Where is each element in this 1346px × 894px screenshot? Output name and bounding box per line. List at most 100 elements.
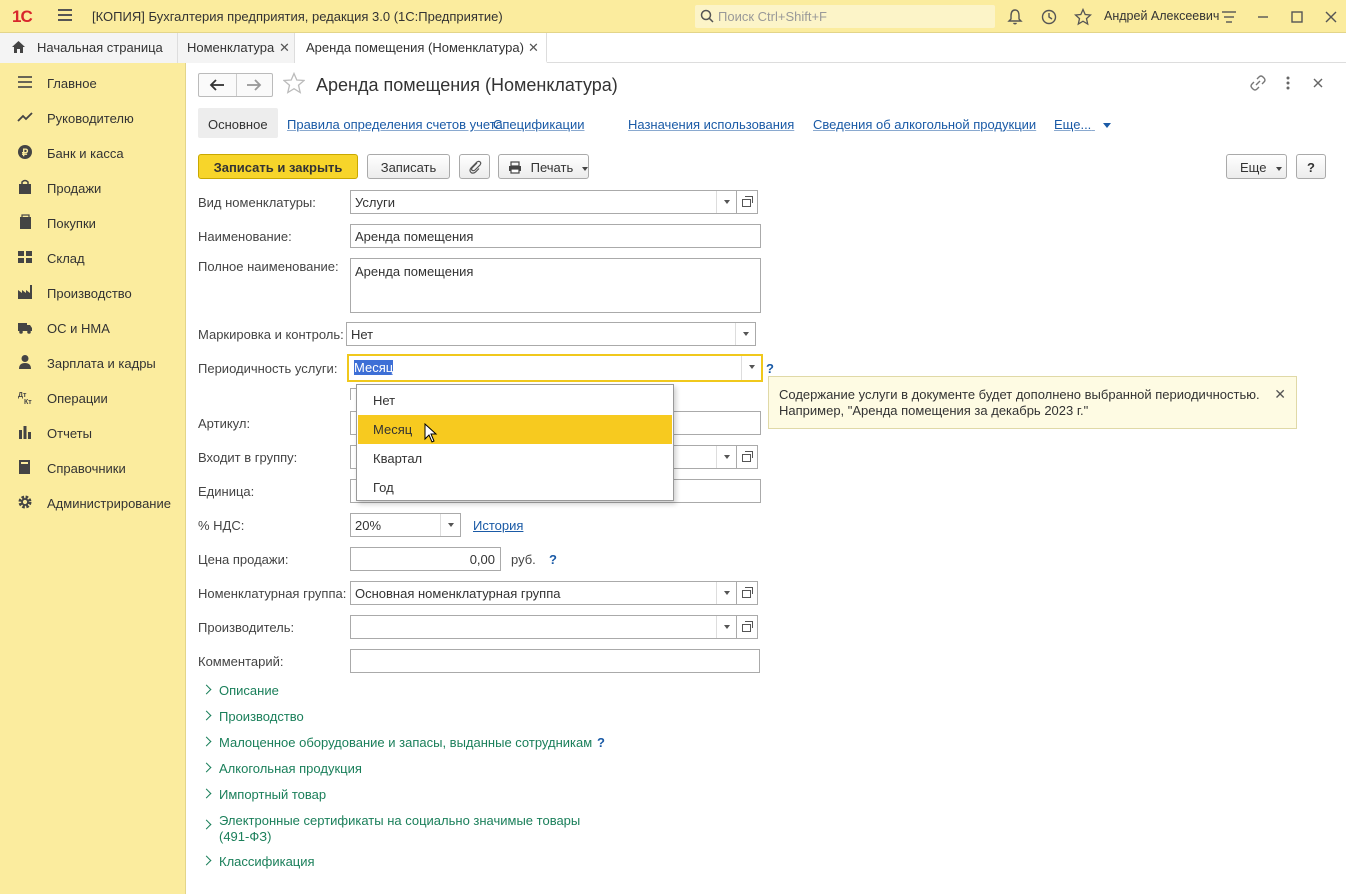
favorite-star-icon[interactable] bbox=[283, 72, 305, 94]
bar-chart-icon bbox=[19, 426, 31, 439]
sidebar-item-fixed-assets[interactable]: ОС и НМА bbox=[0, 310, 186, 345]
sidebar-item-operations[interactable]: Дт Кт Операции bbox=[0, 380, 186, 415]
nom-group-field[interactable]: Основная номенклатурная группа bbox=[350, 581, 737, 605]
back-arrow-icon[interactable] bbox=[209, 79, 225, 91]
manufacturer-dropdown-arrow[interactable] bbox=[716, 616, 736, 638]
price-field[interactable]: 0,00 bbox=[350, 547, 501, 571]
group-dropdown-arrow[interactable] bbox=[716, 446, 736, 468]
kind-field[interactable]: Услуги bbox=[350, 190, 737, 214]
marking-value: Нет bbox=[351, 327, 374, 342]
subtab-specifications[interactable]: Спецификации bbox=[493, 108, 585, 138]
main-menu-icon[interactable] bbox=[58, 9, 72, 22]
help-button[interactable]: ? bbox=[1296, 154, 1326, 179]
tab-nomenclature[interactable]: Номенклатура ✕ bbox=[178, 33, 295, 63]
sidebar-item-reports[interactable]: Отчеты bbox=[0, 415, 186, 450]
article-label: Артикул: bbox=[198, 416, 251, 431]
sidebar-item-label: Отчеты bbox=[47, 426, 92, 441]
settings-lines-icon[interactable] bbox=[1220, 8, 1238, 26]
sidebar-item-manager[interactable]: Руководителю bbox=[0, 100, 186, 135]
sidebar-item-admin[interactable]: Администрирование bbox=[0, 485, 186, 520]
subtab-alcohol-info[interactable]: Сведения об алкогольной продукции bbox=[813, 108, 1036, 138]
bell-icon[interactable] bbox=[1006, 8, 1024, 26]
kind-dropdown-arrow[interactable] bbox=[716, 191, 736, 213]
sidebar-item-references[interactable]: Справочники bbox=[0, 450, 186, 485]
sidebar-item-production[interactable]: Производство bbox=[0, 275, 186, 310]
app-logo[interactable]: 1С bbox=[12, 7, 33, 27]
sidebar-item-bank[interactable]: ₽ Банк и касса bbox=[0, 135, 186, 170]
chevron-right-icon bbox=[201, 684, 212, 695]
sidebar-item-purchases[interactable]: Покупки bbox=[0, 205, 186, 240]
manufacturer-field[interactable] bbox=[350, 615, 737, 639]
mouse-pointer-icon bbox=[424, 423, 438, 443]
save-button[interactable]: Записать bbox=[367, 154, 450, 179]
marking-field[interactable]: Нет bbox=[346, 322, 756, 346]
subtab-purposes[interactable]: Назначения использования bbox=[628, 108, 794, 138]
group-help-icon[interactable]: ? bbox=[597, 735, 605, 750]
maximize-icon[interactable] bbox=[1288, 8, 1306, 26]
subtab-more-label: Еще... bbox=[1054, 117, 1092, 132]
nom-group-open-button[interactable] bbox=[737, 581, 758, 605]
favorites-star-icon[interactable] bbox=[1074, 8, 1092, 26]
group-label: Описание bbox=[219, 683, 279, 698]
close-form-icon[interactable] bbox=[1310, 75, 1326, 91]
more-actions-button[interactable]: Еще bbox=[1226, 154, 1287, 179]
kind-value: Услуги bbox=[355, 195, 395, 210]
manufacturer-open-button[interactable] bbox=[737, 615, 758, 639]
group-label: Классификация bbox=[219, 854, 315, 869]
option-none[interactable]: Нет bbox=[358, 386, 672, 415]
print-button[interactable]: Печать bbox=[498, 154, 589, 179]
more-vertical-icon[interactable] bbox=[1280, 75, 1296, 91]
chevron-down-icon bbox=[1276, 166, 1283, 171]
price-help-icon[interactable]: ? bbox=[549, 552, 557, 567]
sidebar-item-warehouse[interactable]: Склад bbox=[0, 240, 186, 275]
price-label: Цена продажи: bbox=[198, 552, 289, 567]
sidebar-item-label: Склад bbox=[47, 251, 85, 266]
close-tab-icon[interactable]: ✕ bbox=[279, 40, 290, 56]
subtab-accounting-rules[interactable]: Правила определения счетов учета bbox=[287, 108, 503, 138]
close-window-icon[interactable] bbox=[1322, 8, 1340, 26]
periodicity-dropdown-arrow[interactable] bbox=[741, 356, 761, 380]
minimize-icon[interactable] bbox=[1254, 8, 1272, 26]
save-and-close-button[interactable]: Записать и закрыть bbox=[198, 154, 358, 179]
option-year[interactable]: Год bbox=[358, 473, 672, 502]
sidebar-item-salary[interactable]: Зарплата и кадры bbox=[0, 345, 186, 380]
comment-field[interactable] bbox=[350, 649, 760, 673]
close-tab-icon[interactable]: ✕ bbox=[528, 40, 539, 56]
periodicity-field[interactable]: Месяц bbox=[347, 354, 763, 382]
periodicity-label: Периодичность услуги: bbox=[198, 361, 338, 376]
subtab-more[interactable]: Еще... bbox=[1054, 108, 1111, 138]
full-name-label: Полное наименование: bbox=[198, 259, 339, 274]
tab-label: Аренда помещения (Номенклатура) bbox=[306, 40, 524, 55]
nom-group-value: Основная номенклатурная группа bbox=[355, 586, 561, 601]
chevron-right-icon bbox=[201, 788, 212, 799]
periodicity-help-icon[interactable]: ? bbox=[766, 361, 774, 376]
vat-value: 20% bbox=[355, 518, 382, 533]
price-value: 0,00 bbox=[469, 552, 495, 567]
search-input[interactable]: Поиск Ctrl+Shift+F bbox=[695, 5, 995, 28]
sidebar-item-main[interactable]: Главное bbox=[0, 65, 186, 100]
marking-dropdown-arrow[interactable] bbox=[735, 323, 755, 345]
option-month[interactable]: Месяц bbox=[358, 415, 672, 444]
close-tooltip-icon[interactable]: ✕ bbox=[1274, 386, 1286, 402]
tab-rent-premises[interactable]: Аренда помещения (Номенклатура) ✕ bbox=[295, 33, 547, 63]
group-open-button[interactable] bbox=[737, 445, 758, 469]
link-icon[interactable] bbox=[1250, 75, 1266, 91]
name-value: Аренда помещения bbox=[355, 229, 474, 244]
currency-label: руб. bbox=[511, 552, 536, 567]
chevron-down-icon bbox=[581, 166, 588, 171]
subtab-main[interactable]: Основное bbox=[198, 108, 278, 138]
vat-history-link[interactable]: История bbox=[473, 518, 523, 533]
vat-field[interactable]: 20% bbox=[350, 513, 461, 537]
history-icon[interactable] bbox=[1040, 8, 1058, 26]
attach-button[interactable] bbox=[459, 154, 490, 179]
nom-group-dropdown-arrow[interactable] bbox=[716, 582, 736, 604]
full-name-textarea[interactable]: Аренда помещения bbox=[350, 258, 761, 313]
name-field[interactable]: Аренда помещения bbox=[350, 224, 761, 248]
option-quarter[interactable]: Квартал bbox=[358, 444, 672, 473]
sidebar-item-sales[interactable]: Продажи bbox=[0, 170, 186, 205]
forward-arrow-icon[interactable] bbox=[246, 79, 262, 91]
tab-home[interactable]: Начальная страница bbox=[0, 33, 178, 63]
kind-open-button[interactable] bbox=[737, 190, 758, 214]
user-name[interactable]: Андрей Алексеевич bbox=[1104, 9, 1219, 23]
vat-dropdown-arrow[interactable] bbox=[440, 514, 460, 536]
